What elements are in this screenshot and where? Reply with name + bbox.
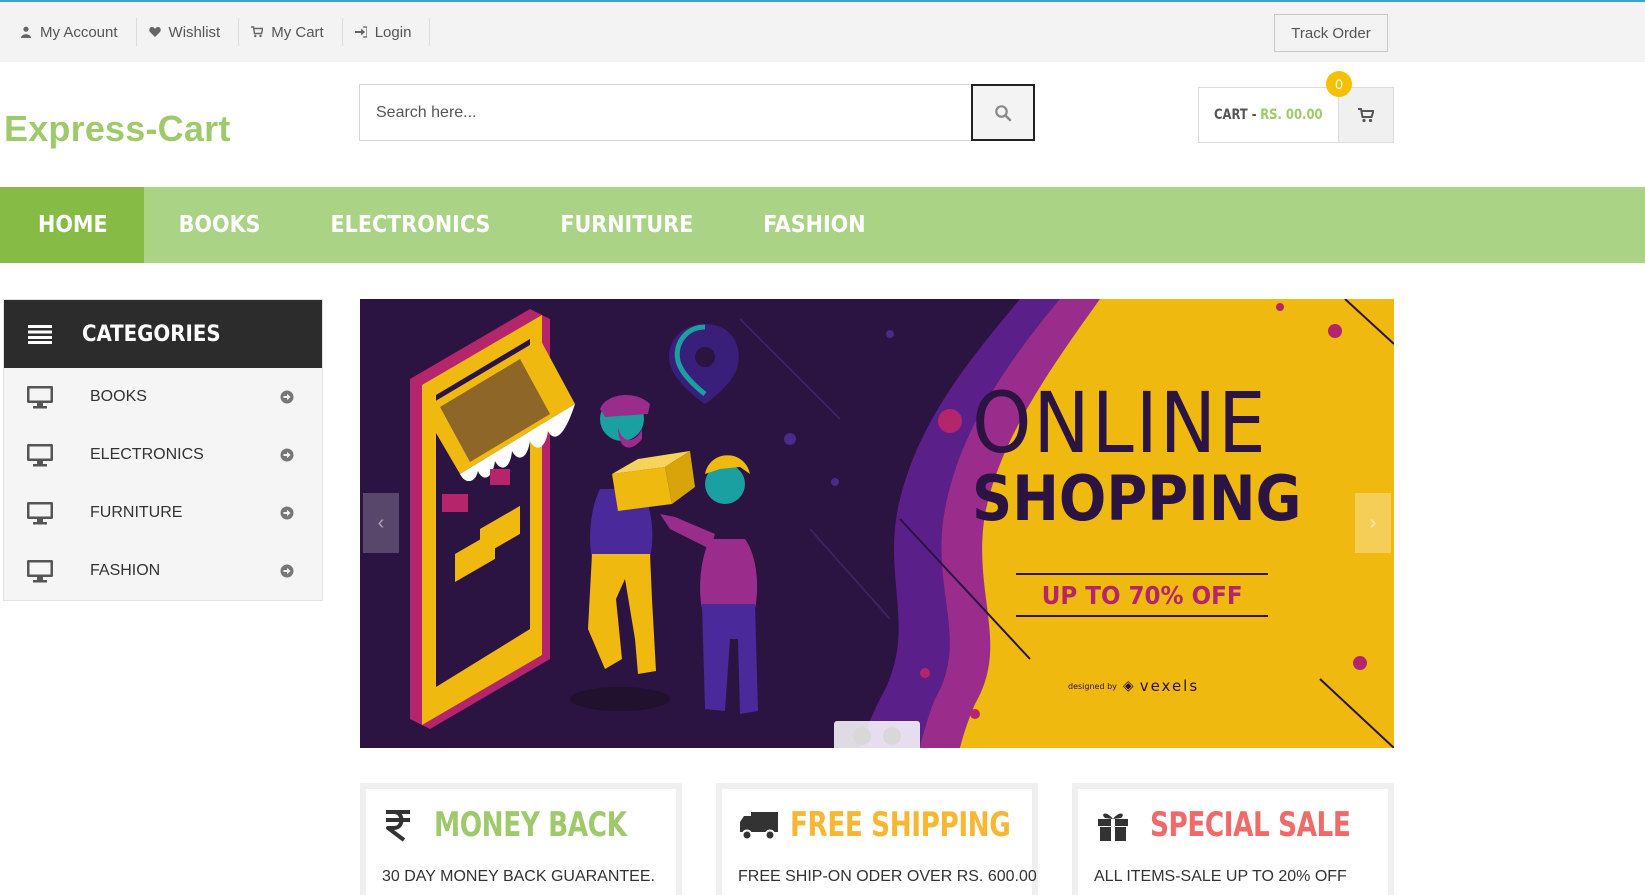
category-item-electronics[interactable]: ELECTRONICS — [4, 426, 322, 484]
search-icon — [995, 104, 1012, 121]
feature-special-sale: SPECIAL SALE ALL ITEMS-SALE UP TO 20% OF… — [1072, 783, 1394, 895]
feature-title: MONEY BACK — [434, 805, 627, 845]
login-link[interactable]: Login — [343, 18, 431, 46]
credit-text: designed by — [1068, 681, 1117, 691]
rupee-icon — [386, 810, 410, 842]
cart-amount: RS. 00.00 — [1260, 107, 1323, 123]
cart-label: CART - — [1213, 107, 1257, 123]
my-account-link[interactable]: My Account — [8, 18, 137, 46]
wishlist-link[interactable]: Wishlist — [137, 18, 240, 46]
arrow-circle-right-icon — [280, 564, 294, 578]
banner-offer: UP TO 70% OFF — [1041, 580, 1243, 610]
cart-summary[interactable]: CART - RS. 00.00 — [1198, 87, 1394, 143]
credit-brand: vexels — [1139, 677, 1200, 695]
search-button[interactable] — [971, 84, 1035, 141]
main-nav: HOME BOOKS ELECTRONICS FURNITURE FASHION — [0, 187, 1645, 263]
feature-money-back: MONEY BACK 30 DAY MONEY BACK GUARANTEE. — [360, 783, 682, 895]
arrow-circle-right-icon — [280, 390, 294, 404]
desktop-icon — [27, 444, 53, 467]
vexels-logo-icon: ◈ — [1122, 678, 1134, 694]
chevron-left-icon: ‹ — [377, 511, 385, 534]
feature-title: FREE SHIPPING — [790, 805, 1011, 845]
arrow-circle-right-icon — [280, 448, 294, 462]
cart-count-badge: 0 — [1326, 71, 1352, 97]
banner-headline-online: ONLINE — [972, 374, 1268, 472]
feature-free-shipping: FREE SHIPPING FREE SHIP-ON ODER OVER RS.… — [716, 783, 1038, 895]
category-item-books[interactable]: BOOKS — [4, 368, 322, 426]
my-cart-label: My Cart — [271, 23, 324, 41]
login-label: Login — [374, 23, 412, 41]
chevron-right-icon: › — [1369, 511, 1377, 534]
category-label: ELECTRONICS — [90, 446, 204, 463]
banner-headline-shopping: SHOPPING — [972, 462, 1302, 535]
cart-total: CART - RS. 00.00 — [1205, 88, 1332, 142]
nav-home[interactable]: HOME — [0, 187, 144, 263]
desktop-icon — [27, 386, 53, 409]
site-logo[interactable]: Express-Cart — [4, 108, 231, 150]
desktop-icon — [27, 560, 53, 583]
offer-box: UP TO 70% OFF — [1016, 573, 1268, 617]
heart-icon — [148, 27, 161, 37]
track-order-button[interactable]: Track Order — [1274, 14, 1388, 52]
search-bar — [359, 84, 1035, 141]
category-item-fashion[interactable]: FASHION — [4, 542, 322, 600]
credit-line: designed by ◈ vexels — [1068, 677, 1332, 695]
category-label: BOOKS — [90, 388, 147, 405]
nav-books[interactable]: BOOKS — [144, 187, 296, 263]
my-cart-link[interactable]: My Cart — [239, 18, 343, 46]
category-item-furniture[interactable]: FURNITURE — [4, 484, 322, 542]
slide-dot-1[interactable] — [853, 727, 871, 745]
category-label: FASHION — [90, 562, 161, 579]
category-label: FURNITURE — [90, 504, 183, 521]
banner-text: ONLINE SHOPPING UP TO 70% OFF designed b… — [972, 381, 1332, 695]
arrow-circle-right-icon — [280, 506, 294, 520]
nav-fashion[interactable]: FASHION — [728, 187, 900, 263]
slider-indicators — [834, 721, 920, 748]
slide-dot-2[interactable] — [883, 727, 901, 745]
gift-icon — [1098, 813, 1128, 841]
feature-subtitle: ALL ITEMS-SALE UP TO 20% OFF — [1094, 868, 1347, 885]
feature-heading: MONEY BACK — [382, 805, 658, 845]
list-icon — [28, 325, 52, 344]
user-icon — [21, 26, 31, 38]
slider-prev-button[interactable]: ‹ — [363, 493, 399, 553]
desktop-icon — [27, 502, 53, 525]
categories-title: CATEGORIES — [82, 321, 221, 347]
cart-button[interactable] — [1337, 88, 1393, 142]
truck-icon — [740, 812, 778, 841]
sign-in-icon — [354, 26, 367, 38]
slider-next-button[interactable]: › — [1355, 493, 1391, 553]
feature-heading: FREE SHIPPING — [738, 805, 1046, 845]
categories-header: CATEGORIES — [4, 300, 322, 368]
nav-furniture[interactable]: FURNITURE — [525, 187, 728, 263]
categories-panel: CATEGORIES BOOKS ELECTRONICS FURNITURE F… — [3, 299, 323, 601]
account-links: My Account Wishlist My Cart Login — [8, 16, 431, 48]
feature-subtitle: FREE SHIP-ON ODER OVER RS. 600.00 — [738, 868, 1037, 885]
nav-electronics[interactable]: ELECTRONICS — [296, 187, 526, 263]
cart-icon — [251, 26, 264, 38]
wishlist-label: Wishlist — [168, 23, 221, 41]
search-input[interactable] — [359, 84, 971, 141]
feature-subtitle: 30 DAY MONEY BACK GUARANTEE. — [382, 868, 655, 885]
my-account-label: My Account — [40, 23, 118, 41]
shopping-cart-icon — [1357, 108, 1374, 123]
hero-slider[interactable]: ONLINE SHOPPING UP TO 70% OFF designed b… — [360, 299, 1394, 748]
top-bar: My Account Wishlist My Cart Login Track … — [0, 0, 1645, 62]
feature-title: SPECIAL SALE — [1150, 805, 1351, 845]
feature-heading: SPECIAL SALE — [1094, 805, 1383, 845]
